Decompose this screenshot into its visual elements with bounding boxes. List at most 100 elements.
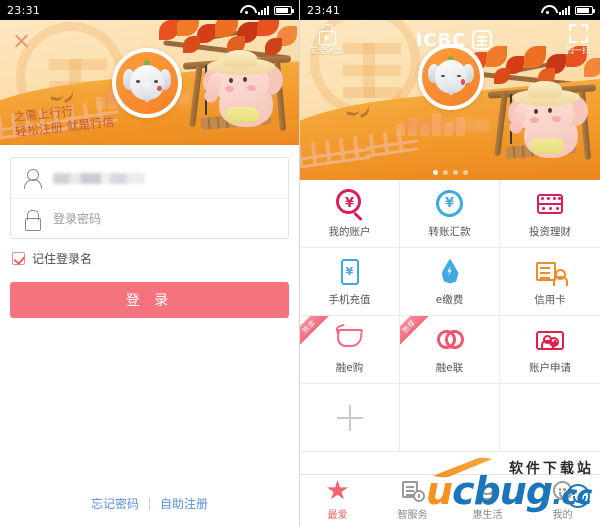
secure-logout-button[interactable]: 安全退出 — [310, 24, 342, 56]
tab-label: 惠生活 — [472, 510, 503, 521]
bottom-tab-bar: 最爱 智服务 惠生活 我的 — [300, 474, 600, 526]
tab-label: 智服务 — [397, 510, 428, 521]
account-apply-icon — [535, 325, 565, 355]
abacus-icon — [535, 189, 565, 219]
shopping-cart-icon — [334, 323, 365, 355]
wifi-icon — [541, 5, 554, 15]
tab-label: 最爱 — [327, 510, 348, 521]
star-icon — [326, 480, 350, 502]
self-register-link[interactable]: 自助注册 — [160, 495, 208, 512]
grid-item-label: 投资理财 — [529, 225, 571, 238]
signal-icon — [559, 5, 570, 15]
brand-text: ICBC — [415, 29, 467, 51]
status-bar-right: 23:41 — [300, 0, 600, 20]
grid-item-empty — [400, 384, 500, 452]
icbc-emblem-icon — [472, 30, 493, 50]
tab-life[interactable]: 惠生活 — [450, 480, 525, 521]
status-time: 23:41 — [307, 3, 341, 17]
password-field-row[interactable]: 登录密码 — [11, 198, 288, 238]
grid-item-transfer[interactable]: ¥ 转账汇款 — [400, 180, 500, 248]
tab-label: 我的 — [552, 510, 573, 521]
password-input[interactable]: 登录密码 — [53, 210, 101, 227]
grid-item-add[interactable] — [300, 384, 400, 452]
cup-icon — [476, 480, 500, 502]
carousel-dot[interactable] — [462, 170, 468, 175]
login-form: 登录密码 记住登录名 登 录 — [0, 145, 299, 318]
wifi-icon — [240, 5, 253, 15]
status-bar-left: 23:31 — [0, 0, 299, 20]
login-banner: 之需上行行 轻松注册 就是行信 — [0, 20, 299, 145]
grid-item-rong-e-shop[interactable]: 热卖 融e购 — [300, 316, 400, 384]
grid-item-label: 账户申请 — [529, 361, 571, 374]
tab-mine[interactable]: 我的 — [525, 480, 600, 521]
add-plus-icon — [336, 404, 363, 431]
ribbon-badge: 热荐 — [400, 316, 432, 350]
status-icon-group — [541, 5, 595, 15]
scan-icon — [568, 24, 588, 43]
links-divider — [149, 497, 150, 510]
forgot-password-link[interactable]: 忘记密码 — [91, 495, 139, 512]
grid-item-rong-e-link[interactable]: 热荐 融e联 — [400, 316, 500, 384]
home-header: 安全退出 ICBC 扫一扫 — [300, 20, 600, 60]
right-phone-screen: 23:41 安全退出 ICBC 扫一扫 ¥ 我的账户 ¥ 转账汇款 投资理财 ¥… — [300, 0, 600, 526]
grid-item-my-account[interactable]: ¥ 我的账户 — [300, 180, 400, 248]
close-icon[interactable] — [13, 32, 30, 49]
grid-item-label: 转账汇款 — [428, 225, 471, 238]
credit-card-icon — [535, 257, 568, 287]
grid-item-investment[interactable]: 投资理财 — [500, 180, 600, 248]
ribbon-badge: 热卖 — [300, 316, 332, 350]
grid-item-label: e缴费 — [435, 293, 464, 306]
smiley-icon — [551, 480, 575, 502]
grid-item-mobile-recharge[interactable]: ¥ 手机充值 — [300, 248, 400, 316]
elephant-avatar-icon — [112, 48, 182, 118]
scan-label: 扫一扫 — [566, 46, 590, 55]
service-clock-icon — [401, 480, 425, 502]
grid-item-label: 融e联 — [435, 361, 464, 374]
bird-decor — [52, 87, 74, 99]
phone-recharge-icon: ¥ — [335, 257, 365, 287]
status-icon-group — [240, 5, 294, 15]
credential-fields: 登录密码 — [10, 157, 289, 239]
icbc-brand-logo: ICBC — [416, 30, 493, 51]
tab-smart-service[interactable]: 智服务 — [375, 480, 450, 521]
feature-grid: ¥ 我的账户 ¥ 转账汇款 投资理财 ¥ 手机充值 e缴费 信用卡 热卖 融e购… — [300, 180, 600, 452]
account-search-icon: ¥ — [335, 188, 365, 221]
water-drop-icon — [435, 257, 465, 287]
link-rings-icon — [435, 325, 465, 355]
bird-decor — [348, 102, 370, 114]
signal-icon — [258, 5, 269, 15]
username-field-row[interactable] — [11, 158, 288, 198]
carousel-dots[interactable] — [300, 170, 600, 175]
grid-item-label: 融e购 — [335, 361, 364, 374]
tab-favorites[interactable]: 最爱 — [300, 480, 375, 521]
grid-item-label: 我的账户 — [328, 225, 371, 238]
left-phone-screen: 23:31 之需上行行 轻松注册 就是行信 登录密码 记住登录名 登 录 忘记密… — [0, 0, 300, 526]
status-time: 23:31 — [7, 3, 41, 17]
carousel-dot[interactable] — [432, 170, 438, 175]
transfer-icon: ¥ — [430, 184, 468, 222]
screenshot-root: 23:31 之需上行行 轻松注册 就是行信 登录密码 记住登录名 登 录 忘记密… — [0, 0, 600, 526]
carousel-dot[interactable] — [452, 170, 458, 175]
battery-icon — [575, 5, 595, 15]
carousel-dot[interactable] — [442, 170, 448, 175]
grid-item-empty — [500, 384, 600, 452]
lock-plus-icon — [318, 24, 336, 45]
username-input[interactable] — [53, 172, 145, 184]
elephant-mascot-icon — [202, 50, 283, 127]
remember-label: 记住登录名 — [32, 252, 93, 266]
remember-checkbox[interactable] — [12, 252, 25, 265]
login-footer-links: 忘记密码 自助注册 — [0, 495, 299, 512]
lock-icon — [23, 209, 41, 231]
grid-item-label: 信用卡 — [534, 293, 566, 306]
battery-icon — [274, 5, 294, 15]
scan-button[interactable]: 扫一扫 — [566, 24, 590, 56]
user-icon — [23, 168, 42, 189]
remember-login-row[interactable]: 记住登录名 — [12, 250, 287, 267]
grid-item-account-apply[interactable]: 账户申请 — [500, 316, 600, 384]
grid-item-credit-card[interactable]: 信用卡 — [500, 248, 600, 316]
blurred-banner-text — [404, 119, 490, 132]
grid-item-e-payment[interactable]: e缴费 — [400, 248, 500, 316]
secure-logout-label: 安全退出 — [310, 46, 342, 55]
login-button[interactable]: 登 录 — [10, 282, 289, 318]
elephant-mascot-icon — [507, 81, 588, 158]
